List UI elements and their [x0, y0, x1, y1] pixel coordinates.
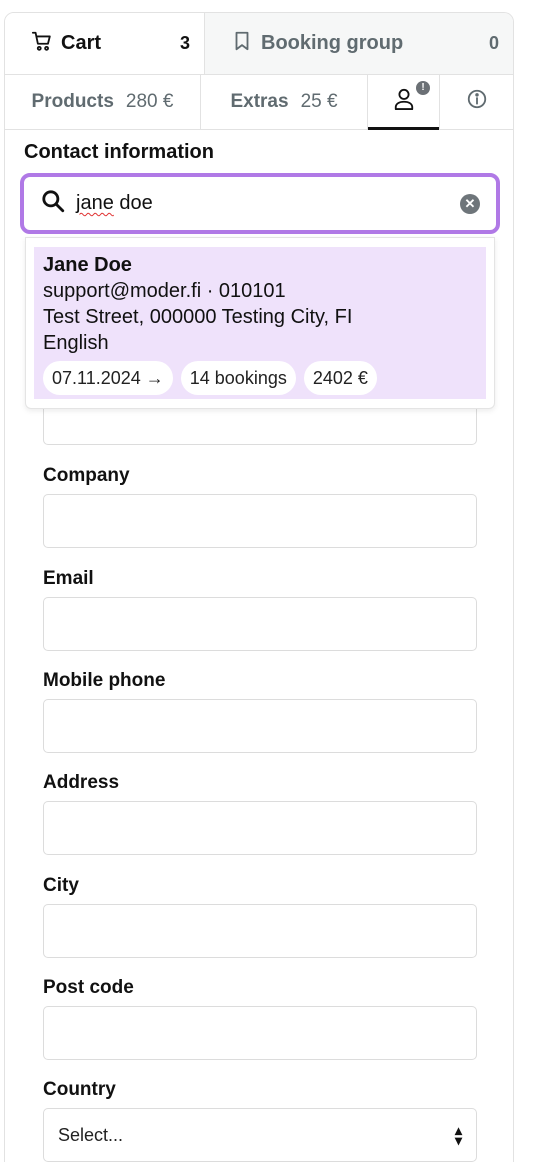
tab-products-label: Products: [31, 91, 114, 112]
company-field[interactable]: [43, 494, 477, 548]
email-field[interactable]: [43, 597, 477, 651]
country-label: Country: [43, 1079, 116, 1100]
result-email-phone: support@moder.fi · 010101: [43, 280, 286, 302]
country-select-value: Select...: [58, 1124, 124, 1145]
chevron-up-down-icon: ▴ ▾: [454, 1122, 462, 1148]
post-code-label: Post code: [43, 977, 134, 998]
country-select[interactable]: Select... ▴ ▾: [43, 1108, 477, 1162]
tab-info[interactable]: [440, 75, 513, 129]
result-name: Jane Doe: [43, 254, 132, 276]
customer-search-input[interactable]: jane doe ✕: [20, 173, 500, 234]
tab-extras-label: Extras: [230, 91, 289, 112]
result-language: English: [43, 332, 109, 354]
tab-cart-count: 3: [179, 33, 190, 53]
search-icon: [40, 188, 66, 219]
cart-panel: Cart 3 Booking group 0 Products 280 € Ex…: [4, 12, 514, 1162]
clear-icon[interactable]: ✕: [460, 193, 480, 214]
email-label: Email: [43, 568, 94, 589]
tab-cart-label: Cart: [61, 32, 102, 54]
tab-products-amount: 280 €: [125, 91, 174, 112]
tab-cart[interactable]: Cart 3: [5, 13, 205, 74]
city-field[interactable]: [43, 904, 477, 958]
sub-tabs: Products 280 € Extras 25 € !: [5, 75, 513, 130]
search-results-dropdown: Jane Doe support@moder.fi · 010101 Test …: [25, 237, 495, 409]
top-tabs: Cart 3 Booking group 0: [5, 13, 513, 75]
address-label: Address: [43, 772, 120, 793]
info-icon: [466, 88, 488, 116]
alert-badge: !: [416, 81, 430, 95]
result-chip-last-booking: 07.11.2024 →: [43, 361, 173, 395]
city-label: City: [43, 875, 79, 896]
tab-extras[interactable]: Extras 25 €: [201, 75, 368, 129]
bookmark-icon: [231, 30, 253, 58]
search-value-spellcheck: jane: [76, 192, 114, 214]
tab-extras-amount: 25 €: [300, 91, 338, 112]
address-field[interactable]: [43, 801, 477, 855]
tab-booking-group-count: 0: [488, 33, 499, 53]
result-chips: 07.11.2024 → 14 bookings 2402 €: [43, 361, 477, 395]
search-result-item[interactable]: Jane Doe support@moder.fi · 010101 Test …: [34, 247, 486, 399]
search-value: jane doe: [76, 192, 460, 215]
mobile-phone-field[interactable]: [43, 699, 477, 753]
result-chip-total: 2402 €: [303, 361, 377, 395]
result-address: Test Street, 000000 Testing City, FI: [43, 306, 353, 328]
person-icon: [393, 87, 415, 117]
result-chip-bookings: 14 bookings: [180, 361, 296, 395]
cart-icon: [31, 30, 53, 58]
tab-booking-group[interactable]: Booking group 0: [205, 13, 513, 74]
mobile-phone-label: Mobile phone: [43, 670, 166, 691]
post-code-field[interactable]: [43, 1006, 477, 1060]
tab-products[interactable]: Products 280 €: [5, 75, 201, 129]
tab-booking-group-label: Booking group: [261, 32, 404, 54]
company-label: Company: [43, 465, 130, 486]
section-title: Contact information: [24, 141, 214, 163]
tab-contact[interactable]: !: [368, 75, 440, 130]
search-value-rest: doe: [113, 192, 153, 214]
